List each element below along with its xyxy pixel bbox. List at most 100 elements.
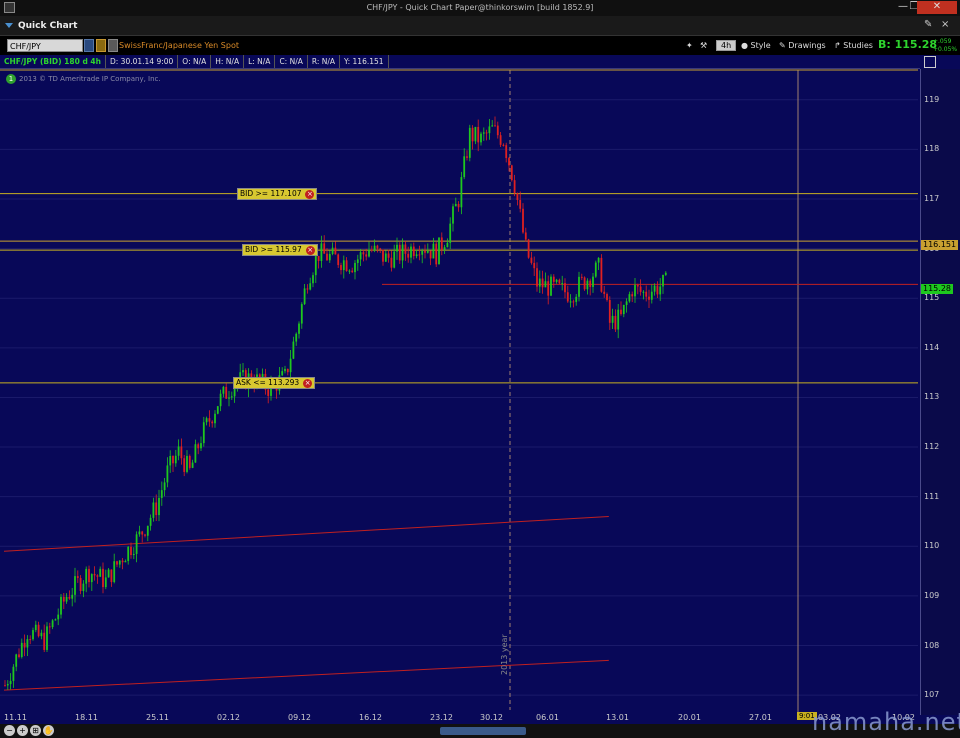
candle-body <box>594 262 597 277</box>
candle-body <box>281 371 284 376</box>
candle-body <box>519 200 522 209</box>
candle-body <box>334 247 337 255</box>
symbol-input[interactable]: CHF/JPY <box>7 39 83 52</box>
zoom-out-icon[interactable]: − <box>4 725 15 736</box>
chart-area[interactable]: CHF/JPY (BID) 180 d 4h D: 30.01.14 9:00 O:… <box>0 55 960 738</box>
studies-label: Studies <box>843 41 873 50</box>
zoom-fit-icon[interactable]: ⊞ <box>30 725 41 736</box>
symbol-link-icon[interactable] <box>96 39 106 52</box>
candle-body <box>51 620 54 628</box>
remove-alert-icon[interactable]: × <box>303 378 313 388</box>
candle-body <box>502 144 505 146</box>
panel-title: Quick Chart <box>18 21 78 31</box>
candle-body <box>326 253 328 261</box>
candle-body <box>306 288 309 290</box>
candle-body <box>368 249 370 257</box>
chart-scrollbar[interactable] <box>440 727 526 735</box>
candle-body <box>102 568 104 588</box>
x-tick-label: 16.12 <box>359 713 382 722</box>
candle-body <box>552 276 555 282</box>
drawings-label: Drawings <box>788 41 826 50</box>
candle-body <box>429 250 432 259</box>
candle-body <box>289 358 292 373</box>
studies-button[interactable]: ↱ Studies <box>834 39 873 52</box>
candle-body <box>611 315 614 323</box>
candle-body <box>76 576 79 578</box>
candle-body <box>12 666 15 681</box>
candle-body <box>146 525 149 536</box>
candle-body <box>491 125 494 127</box>
candle-body <box>54 619 57 621</box>
candle-body <box>365 254 368 257</box>
percent-change: +0.05% <box>933 46 958 53</box>
price-alert[interactable]: BID >= 115.97 × <box>242 244 318 257</box>
remove-alert-icon[interactable]: × <box>305 246 315 256</box>
remove-alert-icon[interactable]: × <box>305 189 315 199</box>
close-icon[interactable]: ✕ <box>917 1 957 14</box>
candle-body <box>558 279 561 284</box>
candle-body <box>135 534 138 554</box>
candle-body <box>317 255 320 261</box>
price-alert[interactable]: ASK <= 113.293 × <box>233 376 316 389</box>
crosshair-tool-icon[interactable]: ✦ <box>686 39 693 52</box>
panel-header: Quick Chart ✎ × <box>0 16 960 36</box>
candle-body <box>435 243 438 265</box>
candle-body <box>398 244 401 261</box>
candle-body <box>407 253 410 258</box>
trend-line <box>3 659 609 691</box>
candle-body <box>396 244 398 252</box>
collapse-arrow-icon[interactable] <box>5 23 13 28</box>
candle-body <box>359 252 362 260</box>
candle-body <box>180 446 183 459</box>
symbol-dropdown-icon[interactable] <box>84 39 94 52</box>
candle-body <box>71 594 74 599</box>
candle-body <box>516 193 519 201</box>
price-alert[interactable]: BID >= 117.107 × <box>237 187 318 200</box>
y-tick-label: 113 <box>924 392 940 402</box>
drawings-button[interactable]: ✎ Drawings <box>779 39 826 52</box>
candle-body <box>457 203 460 208</box>
candle-body <box>494 125 496 127</box>
candle-body <box>62 596 65 602</box>
drag-icon[interactable]: ✋ <box>43 725 54 736</box>
candle-body <box>440 237 443 250</box>
candle-body <box>130 546 132 556</box>
candle-body <box>449 223 452 243</box>
candle-body <box>622 304 625 315</box>
timeframe-button[interactable]: 4h <box>716 39 737 52</box>
candle-body <box>172 455 174 464</box>
candle-body <box>578 276 580 297</box>
candle-body <box>48 626 51 628</box>
candle-body <box>608 299 611 323</box>
symbol-info-icon[interactable] <box>108 39 118 52</box>
candle-body <box>211 421 214 424</box>
candle-body <box>505 145 508 159</box>
chart-toolbar: CHF/JPY SwissFranc/Japanese Yen Spot ✦ ⚒… <box>0 37 960 54</box>
candle-body <box>555 279 558 282</box>
candle-body <box>496 125 499 136</box>
candle-body <box>286 368 289 373</box>
candle-body <box>527 239 530 258</box>
style-button[interactable]: ● Style <box>741 39 771 52</box>
candle-body <box>15 654 18 667</box>
candle-body <box>603 291 606 294</box>
candle-body <box>124 561 127 563</box>
candle-body <box>43 632 46 650</box>
candle-body <box>656 285 659 295</box>
candle-body <box>424 250 426 253</box>
candle-body <box>309 283 312 290</box>
zoom-in-icon[interactable]: + <box>17 725 28 736</box>
candle-body <box>295 333 298 342</box>
price-plot[interactable] <box>0 55 960 738</box>
window-title: CHF/JPY - Quick Chart Paper@thinkorswim … <box>366 3 594 12</box>
candle-body <box>432 243 435 259</box>
candle-body <box>351 270 354 273</box>
settings-tool-icon[interactable]: ⚒ <box>700 39 707 52</box>
candle-body <box>320 243 323 261</box>
candle-body <box>284 368 286 372</box>
pin-icon[interactable]: ✎ <box>924 19 932 30</box>
panel-close-icon[interactable]: × <box>941 19 949 30</box>
x-tick-label: 27.01 <box>749 713 772 722</box>
candle-body <box>144 534 146 536</box>
candle-body <box>426 250 429 253</box>
